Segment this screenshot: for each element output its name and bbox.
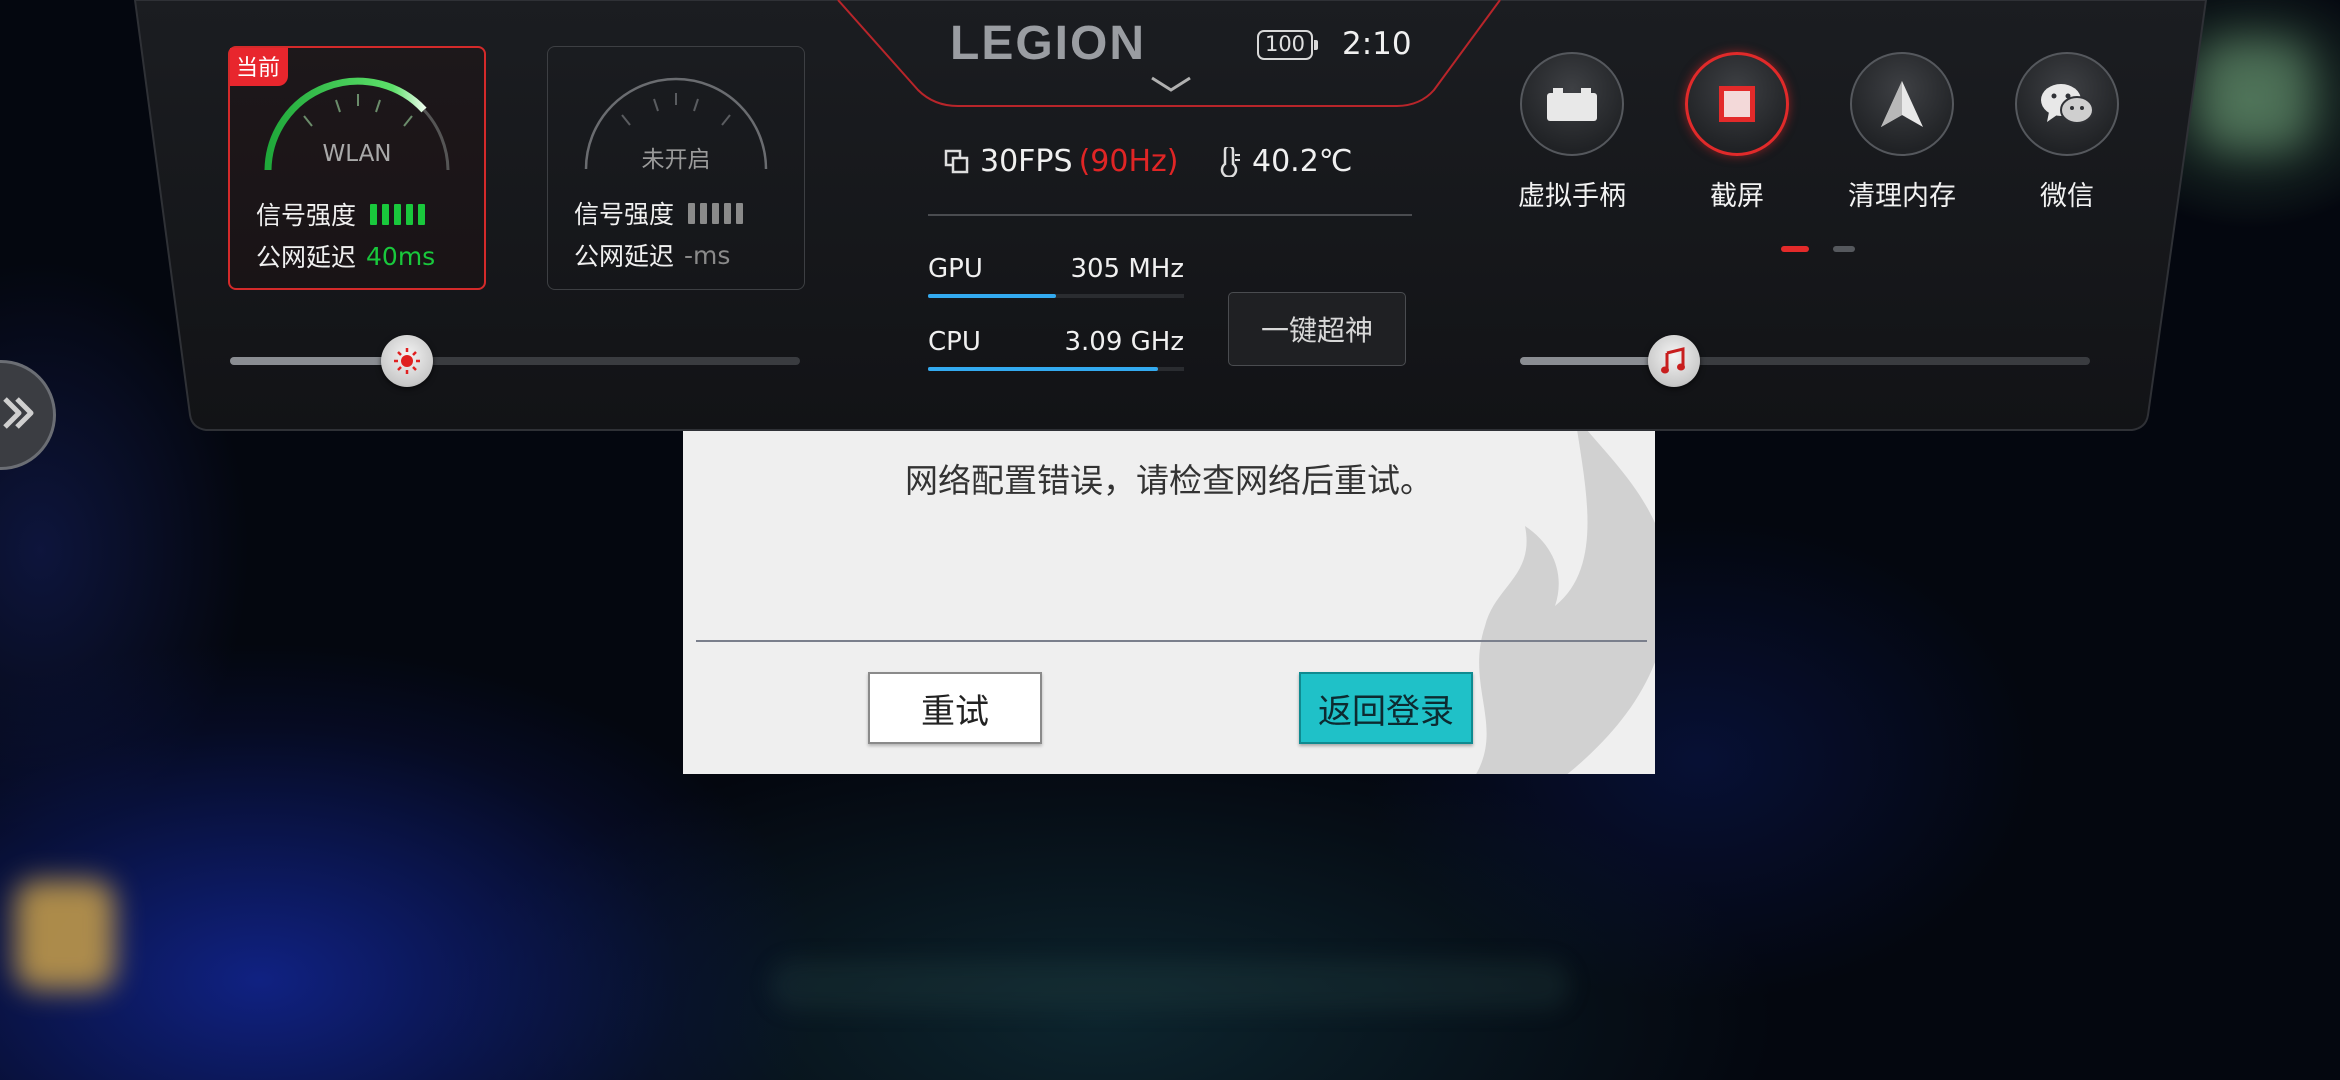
signal-strength-label: 信号强度 (574, 200, 675, 229)
gpu-row: GPU 305 MHz (928, 254, 1184, 298)
fps-value: 30FPS (980, 144, 1073, 179)
page-indicator[interactable] (1833, 246, 1855, 252)
app-clean-memory[interactable]: 清理内存 (1827, 52, 1977, 213)
back-to-login-button[interactable]: 返回登录 (1299, 672, 1473, 744)
wlan-latency-row: 公网延迟 40ms (256, 238, 435, 274)
app-label: 虚拟手柄 (1518, 181, 1626, 212)
boost-button[interactable]: 一键超神 (1228, 292, 1406, 366)
chevron-down-icon[interactable] (1150, 74, 1192, 94)
cpu-value: 3.09 GHz (1064, 327, 1184, 357)
volume-slider-knob[interactable] (1647, 335, 1700, 387)
app-virtual-gamepad[interactable]: 虚拟手柄 (1497, 52, 1647, 213)
cpu-load-bar (928, 367, 1184, 371)
double-chevron-right-icon (0, 393, 39, 437)
app-label: 截屏 (1710, 181, 1764, 212)
gpu-label: GPU (928, 254, 983, 284)
app-circle (2015, 52, 2119, 156)
wlan-signal-row: 信号强度 (256, 196, 426, 232)
latency-value: 40ms (366, 241, 436, 271)
refresh-rate: (90Hz) (1078, 144, 1179, 179)
mobile-latency-row: 公网延迟 -ms (574, 237, 730, 273)
temperature-value: 40.2℃ (1252, 144, 1353, 179)
game-assistant-panel: 当前 WLAN 信号强度 公网延迟 40ms 未开启 信号强度 公网延迟 -ms… (0, 0, 2340, 440)
battery-icon: 100 (1257, 30, 1318, 60)
app-screenshot[interactable]: 截屏 (1662, 52, 1812, 213)
brightness-slider[interactable] (230, 357, 800, 365)
latency-label: 公网延迟 (256, 243, 357, 272)
signal-strength-label: 信号强度 (256, 201, 357, 230)
thermometer-icon (1220, 146, 1240, 177)
app-label: 清理内存 (1848, 181, 1956, 212)
page-indicator-active[interactable] (1781, 246, 1809, 252)
dialog-message: 网络配置错误，请检查网络后重试。 (905, 461, 1433, 500)
gamepad-icon (1547, 88, 1597, 121)
signal-bars-icon (688, 202, 744, 224)
wechat-icon (2041, 84, 2094, 124)
clean-memory-icon (1881, 81, 1923, 127)
app-circle (1685, 52, 1789, 156)
app-wechat[interactable]: 微信 (1992, 52, 2142, 213)
wlan-network-card[interactable]: 当前 WLAN 信号强度 公网延迟 40ms (228, 46, 486, 290)
signal-bars-icon (370, 203, 426, 225)
volume-slider[interactable] (1520, 357, 2090, 365)
app-label: 微信 (2040, 181, 2094, 212)
status-time: 2:10 (1342, 26, 1412, 62)
cpu-row: CPU 3.09 GHz (928, 327, 1184, 371)
sun-icon (393, 348, 420, 374)
mobile-signal-row: 信号强度 (574, 195, 744, 231)
fps-icon (944, 149, 969, 173)
fps-stat: 30FPS (90Hz) (944, 144, 1178, 179)
app-circle (1850, 52, 1954, 156)
mobile-status-label: 未开启 (641, 147, 711, 173)
wlan-label: WLAN (322, 141, 392, 167)
screenshot-icon (1719, 86, 1755, 122)
legion-logo: LEGION (950, 17, 1147, 70)
dialog-body: 网络配置错误，请检查网络后重试。 重试 返回登录 (683, 396, 1655, 774)
stats-divider (928, 214, 1412, 216)
mobile-network-card[interactable]: 未开启 信号强度 公网延迟 -ms (547, 46, 805, 290)
music-note-icon (1660, 347, 1685, 374)
temperature-stat: 40.2℃ (1216, 144, 1353, 179)
blurred-game-ui (770, 960, 1570, 1010)
latency-value: -ms (684, 240, 731, 270)
app-circle (1520, 52, 1624, 156)
cpu-label: CPU (928, 327, 981, 357)
retry-button[interactable]: 重试 (868, 672, 1042, 744)
latency-label: 公网延迟 (574, 242, 675, 271)
brightness-slider-knob[interactable] (380, 335, 433, 387)
blurred-game-icon (15, 880, 115, 990)
dialog-divider (696, 640, 1647, 642)
gpu-load-bar (928, 294, 1184, 298)
gpu-value: 305 MHz (1070, 254, 1184, 284)
